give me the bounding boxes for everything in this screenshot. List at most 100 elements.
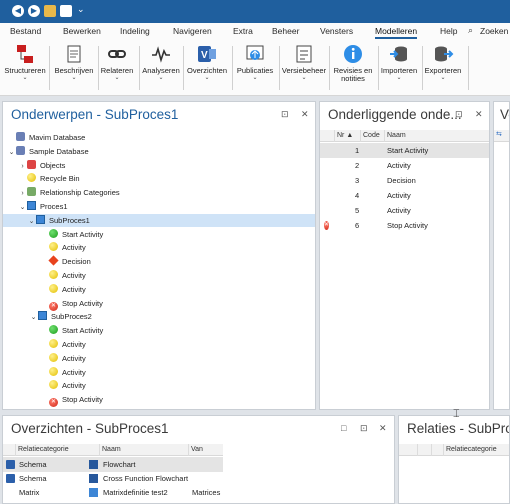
search-label[interactable]: Zoeken (480, 26, 508, 36)
tree-item-label: Start Activity (62, 326, 104, 336)
structureren-button[interactable]: Structureren ⌄ (2, 43, 48, 93)
database-icon (16, 132, 25, 141)
expand-toggle-icon[interactable]: › (18, 160, 27, 173)
cell-nr: 1 (355, 146, 360, 155)
chevron-down-icon: ⌄ (158, 75, 164, 81)
exporteren-button[interactable]: Exporteren ⌄ (420, 43, 466, 93)
pin-icon[interactable]: ⊡ (455, 109, 463, 120)
pin-icon[interactable]: ⊡ (360, 423, 368, 434)
menu-indeling[interactable]: Indeling (120, 26, 150, 36)
table-row[interactable]: Schema Flowchart (3, 457, 223, 472)
overzichten-button[interactable]: V Overzichten ⌄ (184, 43, 230, 93)
menu-bestand[interactable]: Bestand (10, 26, 41, 36)
save-icon[interactable] (60, 5, 72, 17)
pin-icon[interactable]: ⊡ (281, 109, 289, 120)
activity-icon (49, 242, 58, 252)
tree-item[interactable]: Activity (5, 366, 86, 379)
menu-navigeren[interactable]: Navigeren (173, 26, 212, 36)
tree-item[interactable]: Activity (5, 352, 86, 365)
tree-item[interactable]: › Relationship Categories (5, 186, 120, 199)
table-row[interactable]: 1 Start Activity (320, 143, 489, 158)
tree-item[interactable]: ⌄ Sample Database (5, 145, 89, 158)
close-icon[interactable]: ✕ (301, 109, 309, 120)
tree-item[interactable]: Mavim Database (5, 131, 85, 144)
table-row[interactable]: 3 Decision (320, 173, 489, 188)
revisies-button[interactable]: Revisies en notities (329, 43, 377, 93)
maximize-icon[interactable]: □ (341, 423, 346, 433)
cell-naam: Matrixdefinitie test2 (103, 488, 168, 497)
sort-icon[interactable]: ⇆ (494, 130, 509, 142)
tree-item[interactable]: ✕ Stop Activity (5, 297, 103, 311)
col-van[interactable]: Van (188, 444, 203, 456)
col-nr[interactable]: Nr ▲ (334, 130, 353, 142)
cell-naam: Start Activity (387, 146, 429, 155)
col-code[interactable]: Code (360, 130, 380, 142)
table-row[interactable]: ✕ 6 Stop Activity (320, 218, 489, 233)
ribbon-label: Importeren (380, 66, 418, 75)
beschrijven-button[interactable]: Beschrijven ⌄ (51, 43, 97, 93)
tree-item[interactable]: Activity (5, 241, 86, 254)
ribbon-label: Exporteren (424, 66, 462, 75)
importeren-button[interactable]: Importeren ⌄ (376, 43, 422, 93)
tree-item[interactable]: ✕ Stop Activity (5, 393, 103, 408)
tree-item-label: Stop Activity (62, 395, 103, 405)
menu-bewerken[interactable]: Bewerken (63, 26, 101, 36)
expand-toggle-icon[interactable]: ⌄ (7, 146, 16, 159)
col-relatiecategorie[interactable]: Relatiecategorie (443, 444, 497, 456)
ribbon-label-line2: notities (341, 74, 365, 83)
grid-header: Relatiecategorie (399, 444, 509, 456)
cell-relatiecategorie: Schema (19, 460, 47, 469)
open-folder-icon[interactable] (44, 5, 56, 17)
grid-header: Nr ▲ Code Naam (320, 130, 489, 142)
tree-item[interactable]: Activity (5, 283, 86, 296)
tree-item[interactable]: Recycle Bin (5, 172, 80, 185)
onderwerpen-panel: Onderwerpen - SubProces1 ⊡ ✕ Mavim Datab… (2, 101, 316, 410)
forward-icon[interactable]: ▶ (28, 5, 40, 17)
ribbon-label: Beschrijven (54, 66, 94, 75)
tree-item[interactable]: ⌄ SubProces1 (3, 213, 315, 228)
search-icon[interactable]: ⌕ (468, 25, 473, 36)
menu-modelleren[interactable]: Modelleren (375, 26, 418, 39)
table-row[interactable]: 4 Activity (320, 188, 489, 203)
analyseren-button[interactable]: Analyseren ⌄ (138, 43, 184, 93)
tree-item-label: Activity (62, 367, 86, 377)
tree-item[interactable]: Decision (5, 255, 91, 268)
expand-toggle-icon[interactable]: ⌄ (18, 201, 27, 214)
table-row[interactable]: Schema Cross Function Flowchart (3, 471, 223, 486)
table-row[interactable]: 5 Activity (320, 203, 489, 218)
tree-item[interactable]: Activity (5, 338, 86, 351)
menu-help[interactable]: Help (440, 26, 457, 36)
table-row[interactable]: Matrix Matrixdefinitie test2 Matrices (3, 485, 223, 500)
process-icon (36, 214, 45, 224)
chevron-down-icon: ⌄ (22, 75, 28, 81)
menu-extra[interactable]: Extra (233, 26, 253, 36)
chevron-down-icon: ⌄ (114, 75, 120, 81)
tree-item[interactable]: › Objects (5, 159, 65, 172)
chevron-down-icon: ⌄ (440, 75, 446, 81)
close-icon[interactable]: ✕ (379, 423, 387, 434)
expand-toggle-icon[interactable]: ⌄ (29, 311, 38, 324)
table-row[interactable]: 2 Activity (320, 158, 489, 173)
close-icon[interactable]: ✕ (475, 109, 483, 120)
expand-toggle-icon[interactable]: › (18, 187, 27, 200)
back-icon[interactable]: ◀ (12, 5, 24, 17)
expand-toggle-icon[interactable]: ⌄ (27, 215, 36, 228)
tree-item[interactable]: ⌄ SubProces2 (5, 310, 92, 323)
tree-item[interactable]: ⌄ Proces1 (5, 200, 68, 213)
tree-item[interactable]: Start Activity (5, 228, 103, 241)
col-relatiecategorie[interactable]: Relatiecategorie (15, 444, 69, 456)
col-naam[interactable]: Naam (99, 444, 121, 456)
versiebeheer-button[interactable]: Versiebeheer ⌄ (281, 43, 327, 93)
col-naam[interactable]: Naam (384, 130, 406, 142)
tree-item[interactable]: Activity (5, 379, 86, 392)
relateren-button[interactable]: Relateren ⌄ (94, 43, 140, 93)
database-icon (16, 145, 25, 155)
tree-item[interactable]: Start Activity (5, 324, 103, 337)
quick-access-dropdown-icon[interactable]: ⌄ (77, 4, 85, 15)
menu-vensters[interactable]: Vensters (320, 26, 353, 36)
title-bar: ◀ ▶ ⌄ (0, 0, 510, 23)
tree-item[interactable]: Activity (5, 269, 86, 282)
menu-beheer[interactable]: Beheer (272, 26, 299, 36)
publicaties-button[interactable]: Publicaties ⌄ (232, 43, 278, 93)
activity-icon (49, 270, 58, 279)
